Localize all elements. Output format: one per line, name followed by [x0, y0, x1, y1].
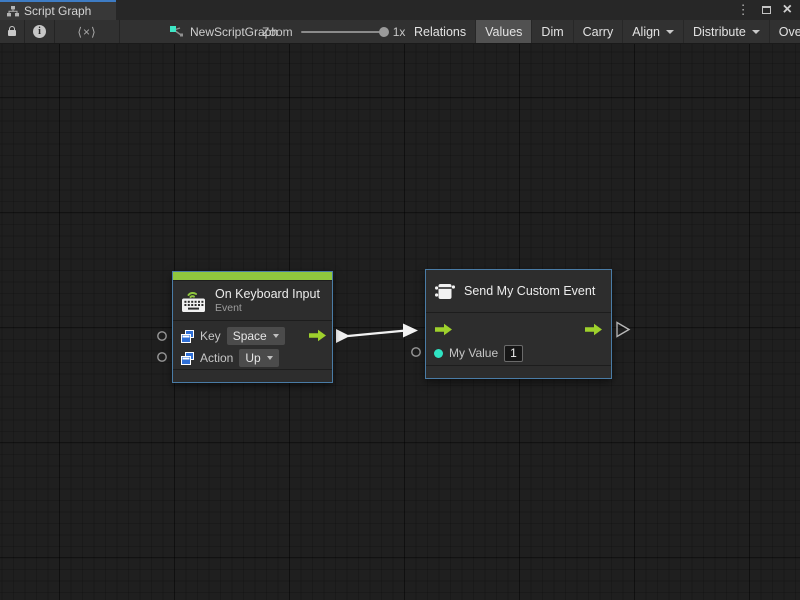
node-title: Send My Custom Event — [464, 284, 595, 298]
key-dropdown-value: Space — [233, 329, 267, 343]
close-icon[interactable]: × — [783, 1, 792, 19]
zoom-value: 1x — [393, 25, 406, 39]
window-controls: ⋮ × — [737, 0, 792, 20]
overview-label: Overview — [779, 25, 800, 39]
node-on-keyboard-input[interactable]: On Keyboard Input Event Key Space — [172, 271, 333, 383]
tab-bar: Script Graph ⋮ × — [0, 0, 800, 20]
values-label: Values — [485, 25, 522, 39]
relations-label: Relations — [414, 25, 466, 39]
value-port-icon[interactable] — [434, 349, 443, 358]
lock-button[interactable] — [0, 20, 24, 43]
port-row-my-value: My Value 1 — [426, 341, 611, 365]
node-titles: On Keyboard Input Event — [215, 287, 320, 314]
key-dropdown[interactable]: Space — [227, 327, 285, 345]
align-label: Align — [632, 25, 660, 39]
maximize-icon[interactable] — [762, 6, 771, 14]
hierarchy-icon — [7, 6, 19, 17]
node-footer — [426, 365, 611, 378]
custom-event-icon — [434, 281, 456, 302]
node-body: My Value 1 — [426, 313, 611, 365]
chevron-down-icon — [752, 30, 760, 34]
port-label-my-value: My Value — [449, 346, 498, 360]
keyboard-icon — [181, 289, 207, 313]
port-circle-action[interactable] — [158, 353, 166, 361]
info-button[interactable]: i — [25, 20, 54, 43]
port-circle-key[interactable] — [158, 332, 166, 340]
node-header: Send My Custom Event — [426, 270, 611, 313]
wires-layer — [0, 44, 800, 600]
zoom-slider[interactable] — [301, 31, 385, 33]
overflow-menu-icon[interactable]: ⋮ — [737, 0, 750, 20]
port-triangle-output[interactable] — [617, 323, 629, 337]
port-circle-my-value[interactable] — [412, 348, 420, 356]
carry-button[interactable]: Carry — [574, 20, 624, 43]
flow-input-arrow[interactable] — [434, 323, 453, 336]
graph-canvas[interactable]: On Keyboard Input Event Key Space — [0, 44, 800, 600]
values-button[interactable]: Values — [476, 20, 532, 43]
node-subtitle: Event — [215, 302, 320, 314]
literal-icon — [181, 352, 194, 365]
graph-icon — [170, 26, 184, 38]
node-header: On Keyboard Input Event — [173, 281, 332, 321]
my-value-input[interactable]: 1 — [504, 345, 523, 362]
literal-icon — [181, 330, 194, 343]
chevron-down-icon — [267, 356, 273, 360]
node-send-my-custom-event[interactable]: Send My Custom Event My Value 1 — [425, 269, 612, 379]
overview-button[interactable]: Overview — [770, 20, 800, 43]
align-button[interactable]: Align — [623, 20, 684, 43]
zoom-control: Zoom 1x — [262, 20, 405, 43]
graph-toolbar: i ⟨×⟩ NewScriptGraph Zoom 1x Relations V… — [0, 20, 800, 44]
port-label-action: Action — [200, 351, 233, 365]
node-footer — [173, 369, 332, 382]
zoom-slider-handle[interactable] — [379, 27, 389, 37]
port-label-key: Key — [200, 329, 221, 343]
carry-label: Carry — [583, 25, 614, 39]
tab-title: Script Graph — [24, 4, 91, 18]
action-dropdown[interactable]: Up — [239, 349, 278, 367]
wire-start-triangle[interactable] — [336, 329, 350, 343]
distribute-button[interactable]: Distribute — [684, 20, 770, 43]
action-dropdown-value: Up — [245, 351, 260, 365]
chevron-down-icon — [273, 334, 279, 338]
tab-script-graph[interactable]: Script Graph — [0, 0, 116, 20]
zoom-label: Zoom — [262, 25, 293, 39]
code-icon: ⟨×⟩ — [77, 25, 96, 39]
dim-label: Dim — [541, 25, 563, 39]
port-row-action: Action Up — [173, 347, 332, 369]
relations-button[interactable]: Relations — [405, 20, 476, 43]
node-title: On Keyboard Input — [215, 287, 320, 301]
node-accent-bar — [173, 272, 332, 281]
toolbar-buttons: Relations Values Dim Carry Align Distrib… — [405, 20, 800, 43]
flow-row — [426, 317, 611, 341]
lock-icon — [8, 30, 16, 36]
flow-output-arrow[interactable] — [584, 323, 603, 336]
code-view-button[interactable]: ⟨×⟩ — [55, 20, 119, 43]
chevron-down-icon — [666, 30, 674, 34]
info-icon: i — [33, 25, 46, 38]
dim-button[interactable]: Dim — [532, 20, 573, 43]
wire[interactable] — [348, 331, 406, 337]
separator — [119, 20, 120, 43]
flow-output-arrow[interactable] — [308, 329, 327, 342]
distribute-label: Distribute — [693, 25, 746, 39]
